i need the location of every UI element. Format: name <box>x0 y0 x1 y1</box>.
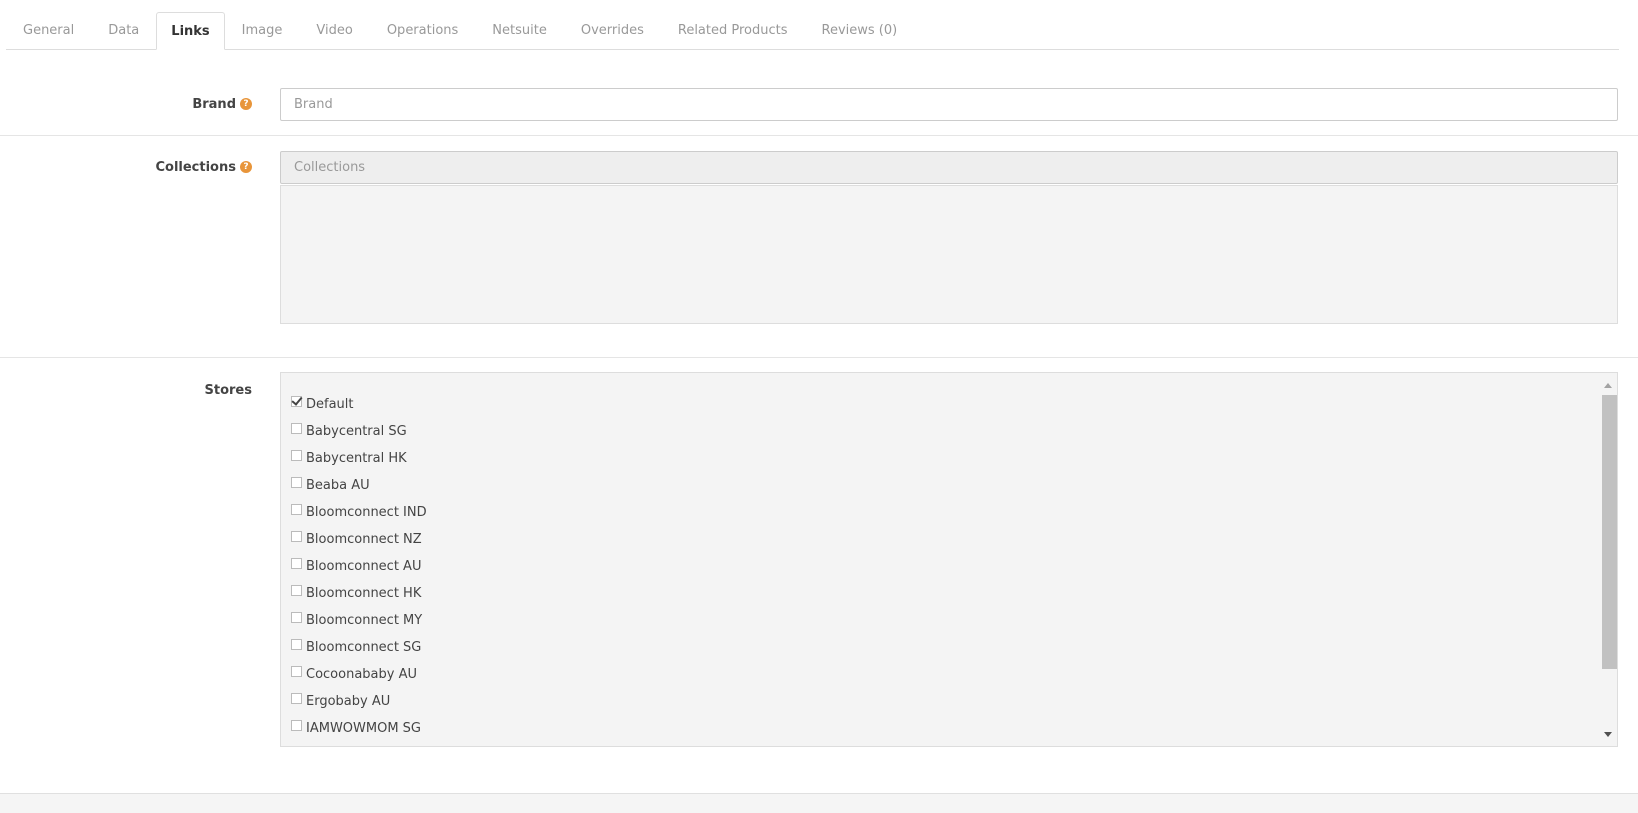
store-item-label: Babycentral SG <box>306 424 407 439</box>
store-item[interactable]: Babycentral SG <box>291 418 427 445</box>
question-icon[interactable]: ? <box>240 161 252 173</box>
checkbox[interactable] <box>291 558 302 569</box>
store-item-label: Default <box>306 397 354 412</box>
store-item[interactable]: Bloomconnect SG <box>291 634 427 661</box>
scrollbar[interactable] <box>1600 373 1617 746</box>
collections-list <box>280 185 1618 324</box>
collections-input[interactable] <box>280 151 1618 184</box>
store-item[interactable]: Bloomconnect HK <box>291 580 427 607</box>
scroll-down-icon[interactable] <box>1604 732 1612 737</box>
tab-netsuite[interactable]: Netsuite <box>475 12 564 49</box>
stores-checkbox-list[interactable]: Default Babycentral SG Babycentral HK Beaba… <box>280 372 1618 747</box>
store-item-label: Babycentral HK <box>306 451 407 466</box>
store-list: Default Babycentral SG Babycentral HK Beaba… <box>291 391 427 742</box>
tab-reviews[interactable]: Reviews (0) <box>805 12 915 49</box>
tab-bar: General Data Links Image Video Operation… <box>6 12 1619 50</box>
tab-operations[interactable]: Operations <box>370 12 475 49</box>
question-icon[interactable]: ? <box>240 98 252 110</box>
scroll-thumb[interactable] <box>1602 395 1617 669</box>
tab-links[interactable]: Links <box>156 12 225 50</box>
store-item-label: Bloomconnect SG <box>306 640 422 655</box>
tab-general[interactable]: General <box>6 12 91 49</box>
store-item[interactable]: Ergobaby AU <box>291 688 427 715</box>
checkbox[interactable] <box>291 531 302 542</box>
brand-label: Brand ? <box>192 96 252 112</box>
tab-image[interactable]: Image <box>225 12 300 49</box>
store-item-label: Beaba AU <box>306 478 370 493</box>
store-item[interactable]: Bloomconnect NZ <box>291 526 427 553</box>
store-item[interactable]: IAMWOWMOM SG <box>291 715 427 742</box>
checkbox[interactable] <box>291 666 302 677</box>
collections-label: Collections ? <box>155 159 252 175</box>
checkbox[interactable] <box>291 720 302 731</box>
checkbox[interactable] <box>291 585 302 596</box>
scroll-up-icon[interactable] <box>1604 383 1612 388</box>
checkbox[interactable] <box>291 639 302 650</box>
store-item-label: Ergobaby AU <box>306 694 391 709</box>
row-divider <box>0 357 1638 358</box>
tab-related-products[interactable]: Related Products <box>661 12 805 49</box>
store-item[interactable]: Bloomconnect MY <box>291 607 427 634</box>
stores-label: Stores <box>205 382 252 398</box>
store-item-label: IAMWOWMOM SG <box>306 721 422 736</box>
tab-overrides[interactable]: Overrides <box>564 12 661 49</box>
footer-bar <box>0 793 1638 813</box>
store-item[interactable]: Cocoonababy AU <box>291 661 427 688</box>
brand-input[interactable] <box>280 88 1618 121</box>
checkbox[interactable] <box>291 612 302 623</box>
store-item[interactable]: Default <box>291 391 427 418</box>
store-item-label: Cocoonababy AU <box>306 667 417 682</box>
checkbox[interactable] <box>291 504 302 515</box>
store-item-label: Bloomconnect HK <box>306 586 422 601</box>
store-item[interactable]: Beaba AU <box>291 472 427 499</box>
tab-data[interactable]: Data <box>91 12 156 49</box>
checkbox-checked[interactable] <box>291 396 302 407</box>
store-item-label: Bloomconnect NZ <box>306 532 422 547</box>
store-item[interactable]: Bloomconnect IND <box>291 499 427 526</box>
checkbox[interactable] <box>291 450 302 461</box>
collections-label-text: Collections <box>155 159 236 175</box>
brand-label-text: Brand <box>192 96 236 112</box>
row-divider <box>0 135 1638 136</box>
checkbox[interactable] <box>291 477 302 488</box>
stores-label-text: Stores <box>204 382 252 398</box>
checkbox[interactable] <box>291 423 302 434</box>
store-item-label: Bloomconnect AU <box>306 559 422 574</box>
store-item[interactable]: Bloomconnect AU <box>291 553 427 580</box>
store-item-label: Bloomconnect MY <box>306 613 423 628</box>
store-item-label: Bloomconnect IND <box>306 505 427 520</box>
store-item[interactable]: Babycentral HK <box>291 445 427 472</box>
checkbox[interactable] <box>291 693 302 704</box>
tab-video[interactable]: Video <box>299 12 369 49</box>
